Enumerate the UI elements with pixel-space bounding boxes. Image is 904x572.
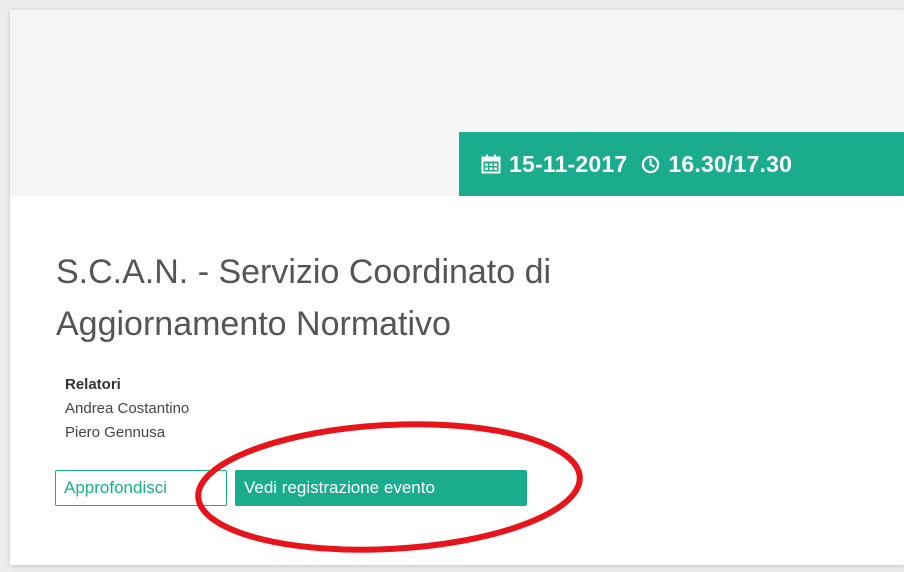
speaker-name: Andrea Costantino	[65, 400, 190, 417]
watch-recording-button[interactable]: Vedi registrazione evento	[235, 470, 527, 506]
event-title: S.C.A.N. - Servizio Coordinato di Aggior…	[56, 253, 552, 343]
event-time: 16.30/17.30	[668, 150, 793, 177]
speaker-name: Piero Gennusa	[65, 424, 166, 441]
calendar-icon	[481, 154, 501, 174]
learn-more-button[interactable]: Approfondisci	[55, 470, 227, 506]
event-date-badge: 15-11-2017 16.30/17.30	[459, 132, 904, 196]
clock-icon	[641, 155, 660, 174]
speakers-label: Relatori	[65, 376, 121, 393]
event-date: 15-11-2017	[509, 150, 628, 177]
